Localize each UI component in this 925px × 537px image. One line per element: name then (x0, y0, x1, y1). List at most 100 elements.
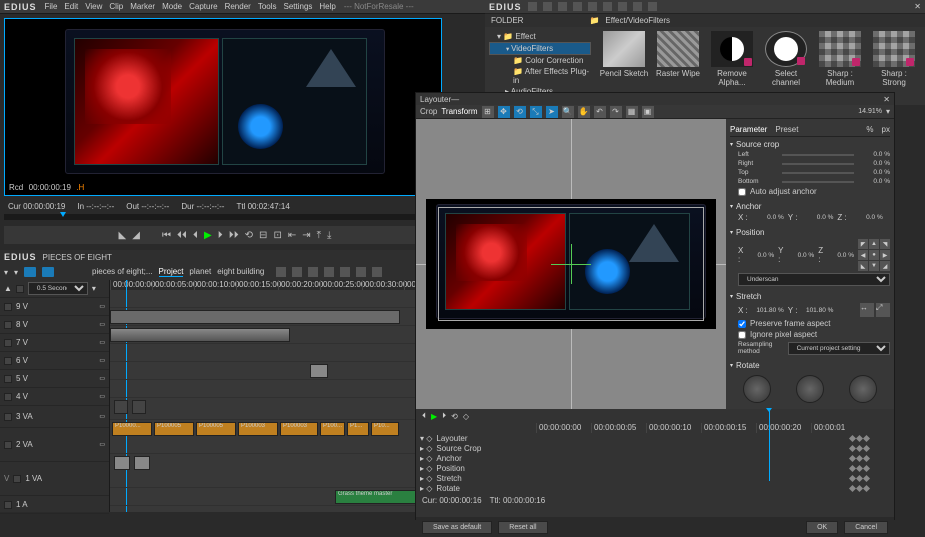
tree-item-selected[interactable]: ▾ VideoFilters (489, 42, 591, 55)
kf-add-icon[interactable]: ◇ (463, 412, 469, 421)
cancel-button[interactable]: Cancel (844, 521, 888, 534)
track-header[interactable]: 7 V▭ (0, 334, 109, 352)
preserve-check[interactable] (738, 320, 746, 328)
menu-capture[interactable]: Capture (189, 2, 217, 11)
section-position[interactable]: Position (730, 227, 890, 238)
section-source-crop[interactable]: Source crop (730, 139, 890, 150)
goto-out-icon[interactable]: ⤓ (327, 230, 331, 241)
effect-item[interactable]: Raster Wipe (653, 31, 703, 101)
effect-item[interactable]: Pencil Sketch (599, 31, 649, 101)
scale-select[interactable]: 0.5 Second (28, 282, 88, 295)
position-arrows[interactable]: ◤▲◥◀●▶◣▼◢ (858, 239, 890, 271)
tool-icon[interactable] (603, 2, 612, 11)
timeline-area[interactable]: 00:00:00:0000:00:05:0000:00:10:0000:00:1… (110, 280, 450, 512)
save-default-button[interactable]: Save as default (422, 521, 492, 534)
mode-b-icon[interactable] (42, 267, 54, 277)
kf-track[interactable]: ▸ ◇Source Crop (420, 443, 890, 453)
kf-loop-icon[interactable]: ⟲ (451, 412, 458, 421)
slider[interactable] (782, 163, 854, 165)
tool-icon[interactable] (588, 2, 597, 11)
track-header[interactable]: 6 V▭ (0, 352, 109, 370)
menu-mode[interactable]: Mode (162, 2, 182, 11)
tool-icon[interactable] (618, 2, 627, 11)
track-header[interactable]: 8 V▭ (0, 316, 109, 334)
preset-tab[interactable]: Preset (775, 125, 798, 134)
folder-icon[interactable] (528, 2, 537, 11)
rotate-icon[interactable]: ⟲ (514, 106, 526, 118)
clip[interactable]: P100003 (238, 422, 278, 436)
kf-next-icon[interactable]: ⏵ (442, 411, 446, 421)
clip[interactable]: P100005 (196, 422, 236, 436)
preview-monitor[interactable]: Rcd 00:00:00:19 .H (4, 18, 442, 196)
menu-file[interactable]: File (45, 2, 58, 11)
tool-icon[interactable] (543, 2, 552, 11)
tab-transform[interactable]: Transform (441, 107, 477, 116)
overwrite-icon[interactable]: ⊡ (273, 230, 281, 241)
rewind-icon[interactable]: ⏮ (162, 230, 171, 241)
tl-icon[interactable] (356, 267, 366, 277)
track-header[interactable]: 3 VA▭ (0, 406, 109, 428)
pointer-icon[interactable]: ➤ (546, 106, 558, 118)
param-tab[interactable]: Parameter (730, 125, 767, 134)
ignore-check[interactable] (738, 331, 746, 339)
effect-item[interactable]: Remove Alpha... (707, 31, 757, 101)
track-header[interactable]: 4 V▭ (0, 388, 109, 406)
zoom-value[interactable]: 14.91% (858, 108, 882, 115)
kf-play-icon[interactable]: ▶ (431, 412, 437, 421)
clip[interactable]: P10... (371, 422, 399, 436)
prev-frame-icon[interactable]: ⏴⏴ (177, 230, 187, 241)
tree-item[interactable]: ▾ 📁 Effect (489, 31, 591, 42)
clip-green[interactable]: Grass theme master (335, 490, 425, 504)
kf-playhead[interactable] (769, 411, 770, 481)
menu-help[interactable]: Help (319, 2, 335, 11)
fit-icon[interactable]: ⊞ (482, 106, 494, 118)
menu-view[interactable]: View (85, 2, 102, 11)
ok-button[interactable]: OK (806, 521, 838, 534)
clip[interactable]: P100003 (280, 422, 318, 436)
tool-icon[interactable] (633, 2, 642, 11)
menu-clip[interactable]: Clip (109, 2, 123, 11)
zoom-down-icon[interactable]: ▾ (886, 107, 890, 116)
rotate-x-knob[interactable] (743, 375, 771, 403)
clip[interactable]: P10000... (112, 422, 152, 436)
underscan-select[interactable]: Underscan (738, 273, 890, 286)
track-header[interactable]: V1 VA (0, 462, 109, 496)
reset-all-button[interactable]: Reset all (498, 521, 547, 534)
step-back-icon[interactable]: ⏴ (193, 230, 198, 241)
set-out-icon[interactable]: ◢ (132, 230, 140, 241)
redo-icon[interactable]: ↷ (610, 106, 622, 118)
guide-icon[interactable]: ▦ (626, 106, 638, 118)
seq-tab[interactable]: planet (189, 267, 211, 277)
clip[interactable] (114, 400, 128, 414)
tl-icon[interactable] (292, 267, 302, 277)
kf-track[interactable]: ▾ ◇Layouter (420, 433, 890, 443)
effect-item[interactable]: Select channel (761, 31, 811, 101)
mode-a-icon[interactable] (24, 267, 36, 277)
goto-in-icon[interactable]: ⤒ (317, 230, 321, 241)
kf-track[interactable]: ▸ ◇Anchor (420, 453, 890, 463)
clip[interactable]: P1... (347, 422, 369, 436)
effect-item[interactable]: Sharp : Strong (869, 31, 919, 101)
track-header[interactable]: 1 A (0, 496, 109, 514)
move-icon[interactable]: ✥ (498, 106, 510, 118)
zoom-icon[interactable]: 🔍 (562, 106, 574, 118)
tab-crop[interactable]: Crop (420, 107, 437, 116)
layouter-canvas[interactable] (416, 119, 726, 409)
resampling-select[interactable]: Current project setting (788, 342, 890, 355)
close-icon[interactable]: ✕ (914, 2, 921, 11)
tool-icon[interactable] (558, 2, 567, 11)
slider[interactable] (782, 154, 854, 156)
tree-item[interactable]: 📁 Color Correction (489, 55, 591, 66)
close-icon[interactable]: ✕ (883, 95, 890, 104)
effect-item[interactable]: Sharp : Medium (815, 31, 865, 101)
rotate-z-knob[interactable] (849, 375, 877, 403)
set-in-icon[interactable]: ◣ (119, 230, 127, 241)
auto-anchor-check[interactable] (738, 188, 746, 196)
kf-prev-icon[interactable]: ⏴ (422, 411, 426, 421)
seq-tab-active[interactable]: Project (159, 267, 184, 277)
tl-tool-icon[interactable]: ▾ (4, 268, 8, 277)
mark-in-icon[interactable]: ⇤ (288, 230, 296, 241)
safe-icon[interactable]: ▣ (642, 106, 654, 118)
clip[interactable]: P100005 (154, 422, 194, 436)
slider[interactable] (782, 172, 854, 174)
